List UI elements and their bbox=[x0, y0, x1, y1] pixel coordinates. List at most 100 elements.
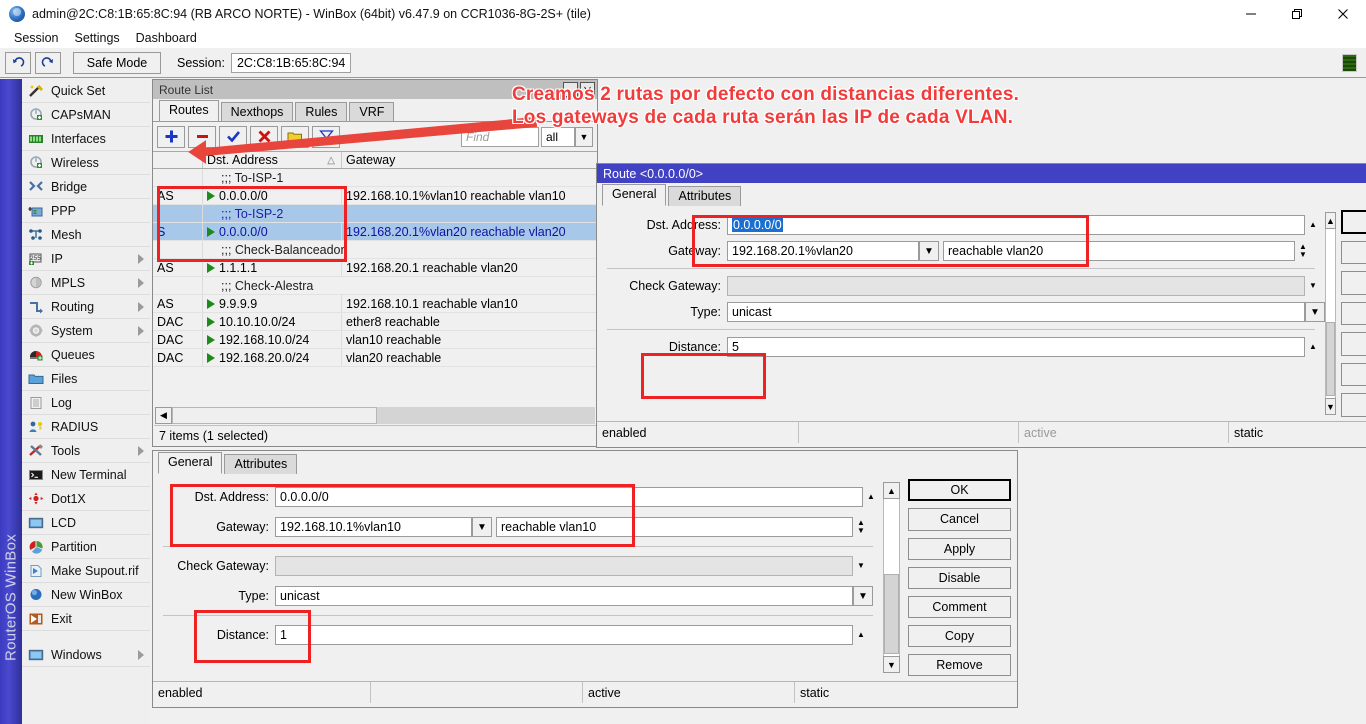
disable-button[interactable]: Disable bbox=[908, 567, 1011, 589]
sidebar-item-routing[interactable]: Routing bbox=[22, 295, 150, 319]
distance-input[interactable]: 5 bbox=[727, 337, 1305, 357]
table-row[interactable]: ;;; To-ISP-1 bbox=[153, 169, 597, 187]
remove-button[interactable] bbox=[1341, 393, 1366, 417]
dst-address-input[interactable]: 0.0.0.0/0 bbox=[275, 487, 863, 507]
column-header-dst-address[interactable]: Dst. Address △ bbox=[203, 152, 342, 168]
sidebar-item-mesh[interactable]: Mesh bbox=[22, 223, 150, 247]
tab-attributes[interactable]: Attributes bbox=[668, 186, 741, 206]
dialog-vertical-scrollbar[interactable]: ▲ ▼ bbox=[1325, 212, 1336, 415]
sidebar-item-make-supout[interactable]: Make Supout.rif bbox=[22, 559, 150, 583]
horizontal-scrollbar[interactable]: ◀ bbox=[155, 407, 595, 424]
scrollbar-thumb[interactable] bbox=[884, 574, 899, 654]
scrollbar-thumb[interactable] bbox=[1326, 322, 1335, 396]
type-dropdown-icon[interactable]: ▼ bbox=[1305, 302, 1325, 322]
gateway-dropdown-icon[interactable]: ▼ bbox=[472, 517, 492, 537]
scrollbar-track[interactable] bbox=[1325, 229, 1336, 398]
sidebar-item-ip[interactable]: 255 IP bbox=[22, 247, 150, 271]
type-input[interactable]: unicast bbox=[727, 302, 1305, 322]
cancel-button[interactable] bbox=[1341, 241, 1366, 265]
menu-dashboard[interactable]: Dashboard bbox=[128, 30, 205, 46]
table-row[interactable]: DAC 192.168.20.0/24 vlan20 reachable bbox=[153, 349, 597, 367]
sidebar-item-tools[interactable]: Tools bbox=[22, 439, 150, 463]
gateway-spinner[interactable]: ▲▼ bbox=[1295, 243, 1311, 259]
minimize-button[interactable] bbox=[1228, 0, 1274, 28]
distance-input[interactable]: 1 bbox=[275, 625, 853, 645]
find-input[interactable]: Find bbox=[461, 127, 539, 147]
dst-address-input[interactable]: 0.0.0.0/0 bbox=[727, 215, 1305, 235]
table-row[interactable]: AS 1.1.1.1 192.168.20.1 reachable vlan20 bbox=[153, 259, 597, 277]
filter-icon[interactable] bbox=[312, 126, 340, 148]
sidebar-item-queues[interactable]: Queues bbox=[22, 343, 150, 367]
apply-button[interactable]: Apply bbox=[908, 538, 1011, 560]
tab-attributes[interactable]: Attributes bbox=[224, 454, 297, 474]
enable-icon[interactable] bbox=[219, 126, 247, 148]
sidebar-item-new-winbox[interactable]: New WinBox bbox=[22, 583, 150, 607]
scrollbar-track[interactable] bbox=[883, 499, 900, 656]
menu-session[interactable]: Session bbox=[6, 30, 66, 46]
tab-general[interactable]: General bbox=[602, 184, 666, 206]
table-row[interactable]: ;;; Check-Balanceador bbox=[153, 241, 597, 259]
menu-settings[interactable]: Settings bbox=[66, 30, 127, 46]
type-input[interactable]: unicast bbox=[275, 586, 853, 606]
comment-icon[interactable] bbox=[281, 126, 309, 148]
table-row[interactable]: S 0.0.0.0/0 192.168.20.1%vlan20 reachabl… bbox=[153, 223, 597, 241]
maximize-button[interactable] bbox=[1274, 0, 1320, 28]
type-dropdown-icon[interactable]: ▼ bbox=[853, 586, 873, 606]
safe-mode-button[interactable]: Safe Mode bbox=[73, 52, 161, 74]
session-value[interactable]: 2C:C8:1B:65:8C:94 bbox=[231, 53, 351, 73]
table-row[interactable]: ;;; To-ISP-2 bbox=[153, 205, 597, 223]
remove-icon[interactable] bbox=[188, 126, 216, 148]
scroll-down-icon[interactable]: ▼ bbox=[1325, 398, 1336, 415]
gateway-spinner[interactable]: ▲▼ bbox=[853, 519, 869, 535]
tab-vrf[interactable]: VRF bbox=[349, 102, 394, 122]
table-row[interactable]: DAC 10.10.10.0/24 ether8 reachable bbox=[153, 313, 597, 331]
sidebar-item-bridge[interactable]: Bridge bbox=[22, 175, 150, 199]
comment-button[interactable]: Comment bbox=[908, 596, 1011, 618]
gateway-input[interactable]: 192.168.20.1%vlan20 bbox=[727, 241, 919, 261]
scroll-down-icon[interactable]: ▼ bbox=[883, 656, 900, 673]
tab-general[interactable]: General bbox=[158, 452, 222, 474]
sidebar-item-quick-set[interactable]: Quick Set bbox=[22, 79, 150, 103]
column-header-gateway[interactable]: Gateway bbox=[342, 152, 597, 168]
dialog-vertical-scrollbar[interactable]: ▲ ▼ bbox=[883, 482, 900, 673]
dst-address-spinner[interactable]: ▲ bbox=[1305, 221, 1321, 229]
tab-nexthops[interactable]: Nexthops bbox=[221, 102, 294, 122]
table-row[interactable]: ;;; Check-Alestra bbox=[153, 277, 597, 295]
check-gateway-dropdown-icon[interactable]: ▼ bbox=[1305, 282, 1321, 290]
ok-button[interactable]: OK bbox=[908, 479, 1011, 501]
sidebar-item-system[interactable]: System bbox=[22, 319, 150, 343]
comment-button[interactable] bbox=[1341, 332, 1366, 356]
sidebar-item-exit[interactable]: Exit bbox=[22, 607, 150, 631]
copy-button[interactable] bbox=[1341, 363, 1366, 387]
table-row[interactable]: AS 0.0.0.0/0 192.168.10.1%vlan10 reachab… bbox=[153, 187, 597, 205]
scroll-left-icon[interactable]: ◀ bbox=[155, 407, 172, 424]
column-header-flags[interactable] bbox=[153, 152, 203, 168]
sidebar-item-files[interactable]: Files bbox=[22, 367, 150, 391]
check-gateway-dropdown-icon[interactable]: ▼ bbox=[853, 562, 869, 570]
scrollbar-track[interactable] bbox=[377, 407, 595, 424]
sidebar-item-wireless[interactable]: Wireless bbox=[22, 151, 150, 175]
distance-spinner[interactable]: ▲ bbox=[1305, 343, 1321, 351]
dst-address-spinner[interactable]: ▲ bbox=[863, 493, 879, 501]
sidebar-item-dot1x[interactable]: Dot1X bbox=[22, 487, 150, 511]
check-gateway-input[interactable] bbox=[275, 556, 853, 576]
filter-scope-value[interactable]: all bbox=[541, 127, 575, 147]
sidebar-item-lcd[interactable]: LCD bbox=[22, 511, 150, 535]
table-row[interactable]: DAC 192.168.10.0/24 vlan10 reachable bbox=[153, 331, 597, 349]
close-button[interactable] bbox=[1320, 0, 1366, 28]
chevron-down-icon[interactable]: ▼ bbox=[575, 127, 593, 147]
gateway-dropdown-icon[interactable]: ▼ bbox=[919, 241, 939, 261]
ok-button[interactable] bbox=[1341, 210, 1366, 234]
scroll-up-icon[interactable]: ▲ bbox=[883, 482, 900, 499]
sidebar-item-new-terminal[interactable]: New Terminal bbox=[22, 463, 150, 487]
distance-spinner[interactable]: ▲ bbox=[853, 631, 869, 639]
remove-button[interactable]: Remove bbox=[908, 654, 1011, 676]
apply-button[interactable] bbox=[1341, 271, 1366, 295]
redo-icon[interactable] bbox=[35, 52, 61, 74]
sidebar-item-windows[interactable]: Windows bbox=[22, 643, 150, 667]
scroll-up-icon[interactable]: ▲ bbox=[1325, 212, 1336, 229]
sidebar-item-capsman[interactable]: CAPsMAN bbox=[22, 103, 150, 127]
tab-rules[interactable]: Rules bbox=[295, 102, 347, 122]
tab-routes[interactable]: Routes bbox=[159, 100, 219, 122]
sidebar-item-interfaces[interactable]: Interfaces bbox=[22, 127, 150, 151]
